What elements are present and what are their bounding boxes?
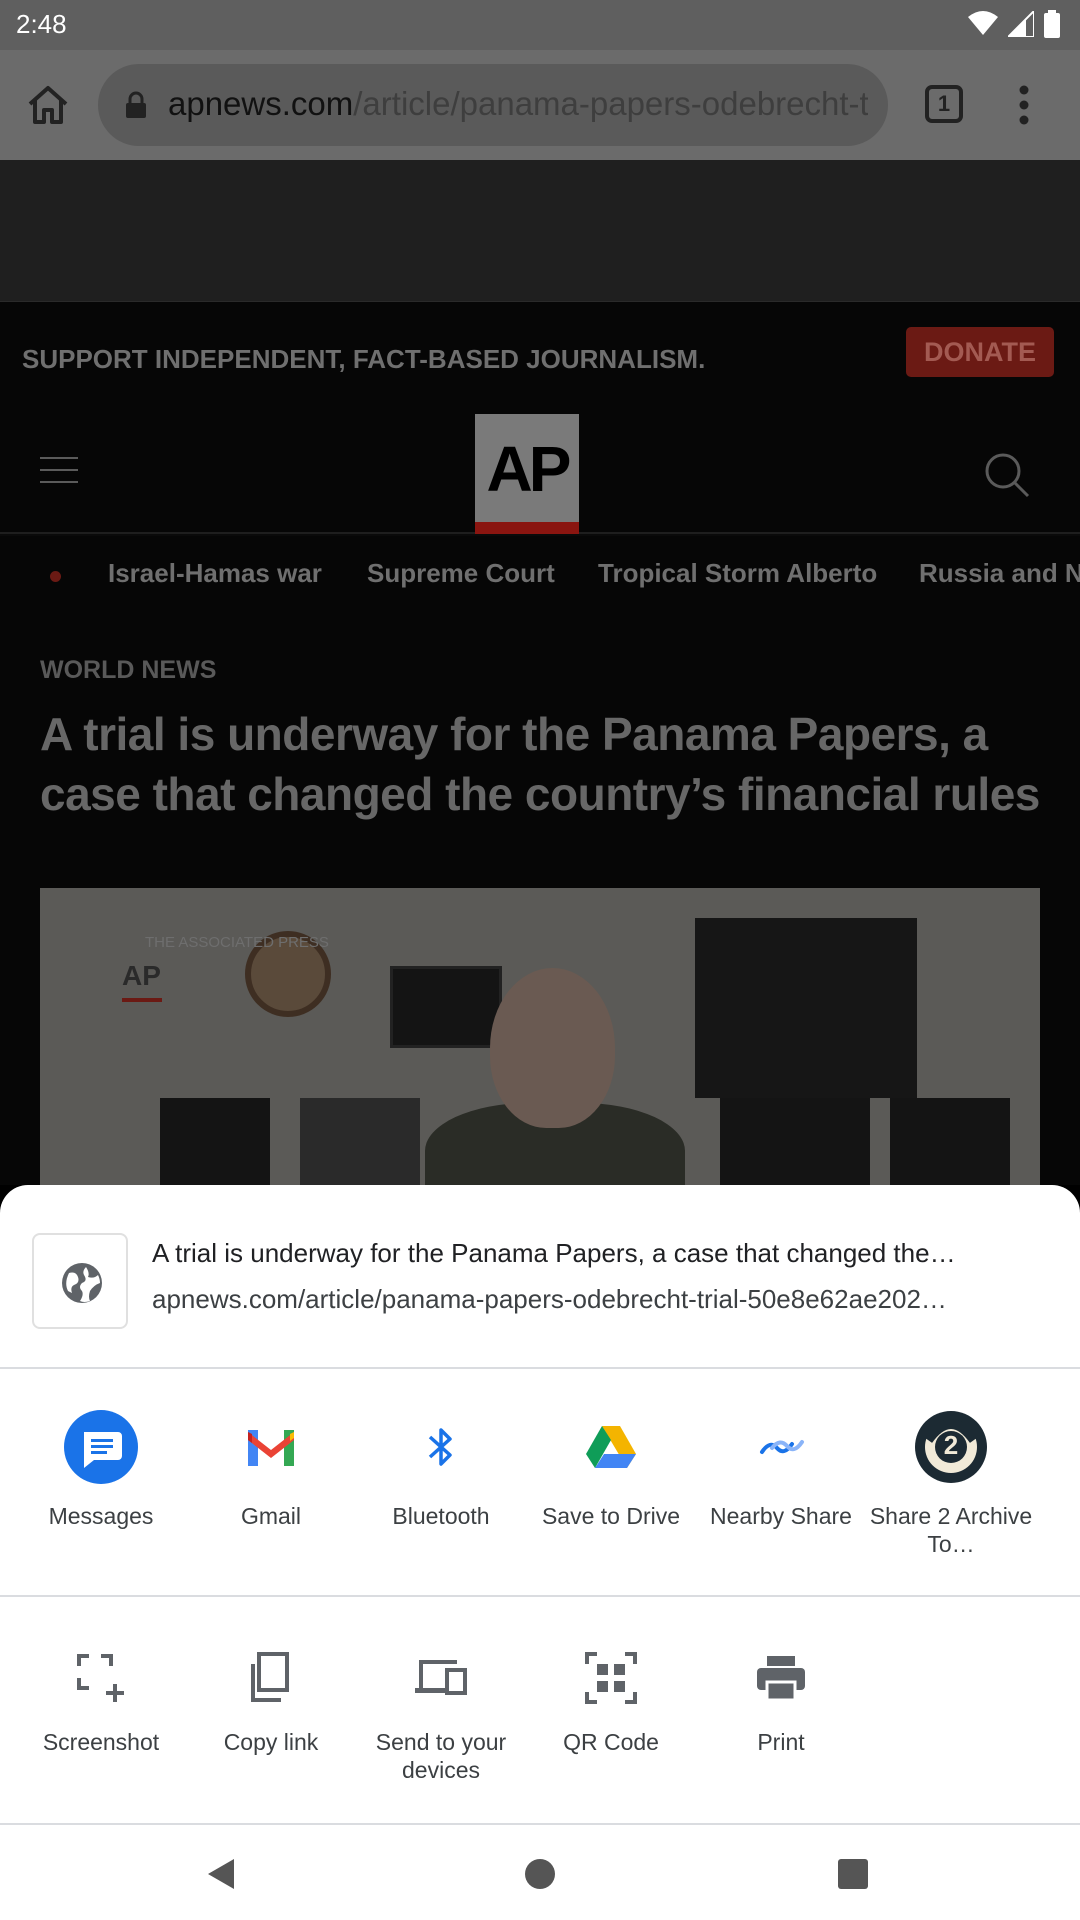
- home-icon[interactable]: [24, 80, 72, 128]
- donate-button[interactable]: DONATE: [906, 327, 1054, 377]
- nearby-share-icon: [744, 1410, 818, 1484]
- share-messages-button[interactable]: Messages: [16, 1410, 186, 1530]
- page-preview-thumbnail: [32, 1233, 128, 1329]
- share-app-label: Gmail: [240, 1503, 302, 1529]
- gmail-icon: [234, 1410, 308, 1484]
- address-bar[interactable]: apnews.com/article/panama-papers-odebrec…: [98, 64, 888, 146]
- action-label: Print: [757, 1729, 805, 1755]
- share-gmail-button[interactable]: Gmail: [186, 1410, 356, 1530]
- share-app-label: Messages: [48, 1503, 154, 1529]
- wifi-icon: [968, 11, 998, 35]
- divider: [0, 1367, 1080, 1369]
- print-icon: [753, 1650, 809, 1706]
- support-text: SUPPORT INDEPENDENT, FACT-BASED JOURNALI…: [22, 344, 706, 374]
- desk-monitor: [300, 1098, 420, 1185]
- video-player[interactable]: THE ASSOCIATED PRESS AP: [40, 888, 1040, 1185]
- action-label: QR Code: [563, 1729, 659, 1755]
- person-head: [490, 968, 615, 1128]
- print-button[interactable]: Print: [696, 1650, 866, 1756]
- ap-logo-bar: [475, 522, 579, 534]
- recents-icon[interactable]: [838, 1859, 868, 1889]
- share-app-label: Share 2 Archive To…: [869, 1503, 1033, 1557]
- search-icon[interactable]: [984, 452, 1030, 498]
- share-app-label: Nearby Share: [710, 1503, 852, 1529]
- qr-code-button[interactable]: QR Code: [526, 1650, 696, 1756]
- topic-link[interactable]: Supreme Court: [367, 558, 555, 589]
- bluetooth-icon: [404, 1410, 478, 1484]
- video-ap-logo-bar: [122, 998, 162, 1002]
- status-bar: 2:48: [0, 0, 1080, 50]
- wall-tv: [390, 966, 502, 1048]
- more-vert-icon[interactable]: [1012, 82, 1036, 128]
- desk-monitor: [720, 1098, 870, 1185]
- topics-bar: Israel-Hamas war Supreme Court Tropical …: [0, 536, 1080, 616]
- copy-link-button[interactable]: Copy link: [186, 1650, 356, 1756]
- status-time: 2:48: [16, 9, 67, 39]
- preview-title: A trial is underway for the Panama Paper…: [152, 1238, 956, 1268]
- video-watermark: THE ASSOCIATED PRESS: [145, 934, 329, 951]
- live-dot: [50, 571, 61, 582]
- globe-icon: [62, 1263, 102, 1303]
- lock-icon[interactable]: [124, 91, 148, 119]
- cell-signal-icon: [1008, 11, 1034, 37]
- send-to-devices-button[interactable]: Send to your devices: [356, 1650, 526, 1784]
- topic-link[interactable]: Russia and N: [919, 558, 1080, 589]
- action-label: Copy link: [223, 1729, 319, 1755]
- desk-monitor: [160, 1098, 270, 1185]
- ap-logo-text: AP: [486, 433, 572, 505]
- wall-painting: [695, 918, 917, 1098]
- ap-logo[interactable]: AP: [475, 414, 579, 534]
- share2archive-number: 2: [943, 1430, 959, 1460]
- home-nav-icon[interactable]: [525, 1859, 555, 1889]
- desk-monitor: [890, 1098, 1010, 1185]
- article-category[interactable]: WORLD NEWS: [40, 656, 216, 685]
- action-label: Send to your devices: [375, 1729, 507, 1783]
- share-nearby-share-button[interactable]: Nearby Share: [696, 1410, 866, 1530]
- site-header: AP: [0, 412, 1080, 534]
- share-save-to-drive-button[interactable]: Save to Drive: [526, 1410, 696, 1530]
- back-icon[interactable]: [206, 1857, 236, 1891]
- share-share2archive-button[interactable]: 2 Share 2 Archive To…: [866, 1410, 1036, 1558]
- browser-toolbar: apnews.com/article/panama-papers-odebrec…: [0, 50, 1080, 160]
- divider: [0, 1595, 1080, 1597]
- status-icons: [968, 10, 1060, 38]
- support-banner: SUPPORT INDEPENDENT, FACT-BASED JOURNALI…: [0, 302, 1080, 412]
- topic-link[interactable]: Tropical Storm Alberto: [598, 558, 877, 589]
- screenshot-button[interactable]: Screenshot: [16, 1650, 186, 1756]
- copy-icon: [243, 1650, 299, 1706]
- url-path: /article/panama-papers-odebrecht-tri: [353, 85, 868, 122]
- preview-url: apnews.com/article/panama-papers-odebrec…: [152, 1284, 947, 1314]
- action-label: Screenshot: [42, 1729, 160, 1755]
- qr-code-icon: [583, 1650, 639, 1706]
- share2archive-icon: 2: [914, 1410, 988, 1484]
- topic-link[interactable]: Israel-Hamas war: [108, 558, 322, 589]
- screenshot-icon: [73, 1650, 129, 1706]
- article-headline: A trial is underway for the Panama Paper…: [40, 708, 1040, 820]
- messages-icon: [64, 1410, 138, 1484]
- system-nav-bar: [0, 1825, 1080, 1920]
- share-app-label: Save to Drive: [541, 1503, 681, 1529]
- hamburger-menu-icon[interactable]: [40, 456, 78, 484]
- share-app-label: Bluetooth: [392, 1503, 490, 1529]
- url-host: apnews.com: [168, 85, 354, 122]
- video-ap-logo: AP: [122, 960, 161, 991]
- tab-switcher-button[interactable]: 1: [925, 85, 963, 123]
- url-text[interactable]: apnews.com/article/panama-papers-odebrec…: [168, 85, 868, 123]
- devices-icon: [413, 1650, 469, 1706]
- battery-icon: [1044, 10, 1060, 38]
- ad-area: [0, 160, 1080, 302]
- drive-icon: [574, 1410, 648, 1484]
- share-bluetooth-button[interactable]: Bluetooth: [356, 1410, 526, 1530]
